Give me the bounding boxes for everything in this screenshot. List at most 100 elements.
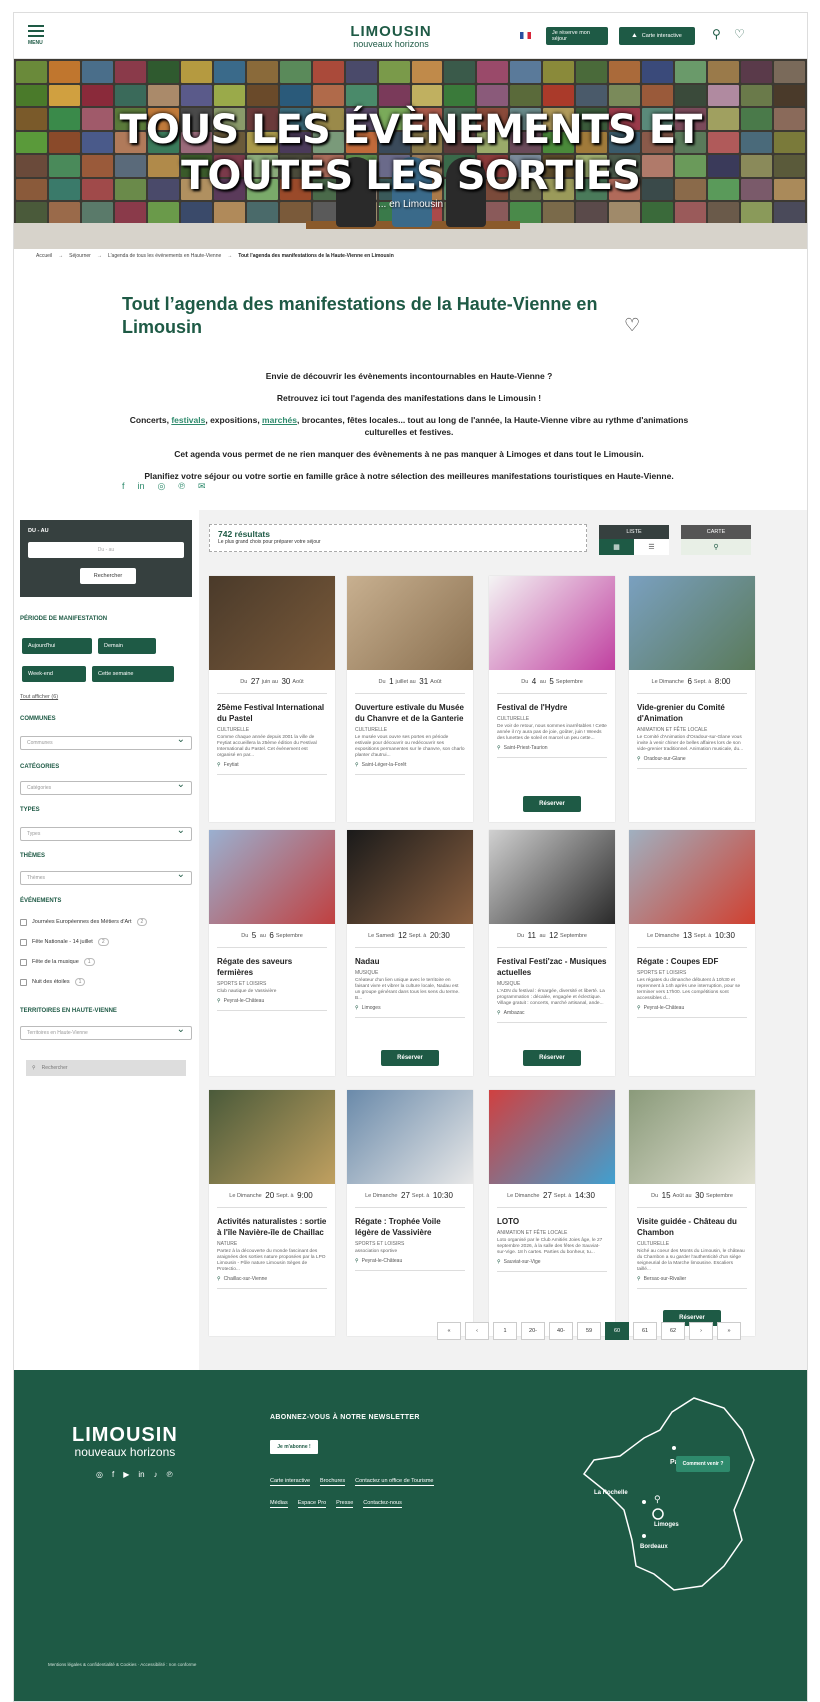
categories-select[interactable]: Catégories: [20, 779, 192, 795]
book-button[interactable]: Réserver: [381, 1050, 439, 1066]
period-tomorrow[interactable]: Demain: [98, 638, 156, 654]
event-photo[interactable]: [489, 830, 615, 924]
footer-logo[interactable]: LIMOUSIN nouveaux horizons: [72, 1424, 178, 1459]
event-photo[interactable]: [489, 1090, 615, 1184]
event-card[interactable]: Du 15 Août au 30 Septembre Visite guidée - …: [629, 1090, 755, 1336]
event-checkbox[interactable]: Nuit des étoiles 1: [20, 978, 86, 986]
pinterest-icon[interactable]: ℗: [178, 481, 185, 492]
footer-link[interactable]: Contactez-nous: [363, 1500, 402, 1508]
event-photo[interactable]: [629, 1090, 755, 1184]
facebook-icon[interactable]: f: [122, 481, 125, 492]
event-title[interactable]: Nadau: [355, 956, 465, 967]
event-card[interactable]: Le Dimanche 6 Sept. à 8:00 Vide-grenier du…: [629, 576, 755, 822]
page-prev[interactable]: ‹: [465, 1322, 489, 1340]
email-icon[interactable]: ✉: [198, 481, 206, 492]
facebook-icon[interactable]: f: [112, 1470, 114, 1479]
favorite-heart-icon[interactable]: ♡: [624, 315, 640, 336]
event-title[interactable]: Festival Festi'zac - Musiques actuelles: [497, 956, 607, 978]
date-search-button[interactable]: Rechercher: [80, 568, 136, 584]
event-title[interactable]: Régate : Trophée Voile légère de Vassivi…: [355, 1216, 465, 1238]
event-photo[interactable]: [489, 576, 615, 670]
event-title[interactable]: Festival de l'Hydre: [497, 702, 607, 713]
event-checkbox[interactable]: Fête de la musique 1: [20, 958, 95, 966]
event-card[interactable]: Du 5 au 6 Septembre Régate des saveurs fer…: [209, 830, 335, 1076]
event-card[interactable]: Le Dimanche 27 Sept. à 10:30 Régate : Trop…: [347, 1090, 473, 1336]
footer-link[interactable]: Espace Pro: [297, 1500, 327, 1508]
instagram-icon[interactable]: ◎: [96, 1470, 103, 1479]
show-all-link[interactable]: Tout afficher (6): [20, 694, 58, 700]
page-link[interactable]: 59: [577, 1322, 601, 1340]
event-photo[interactable]: [347, 576, 473, 670]
search-icon[interactable]: ⚲: [712, 27, 721, 41]
date-range-input[interactable]: Du - au: [28, 542, 184, 558]
event-checkbox[interactable]: Journées Européennes des Métiers d'Art 2: [20, 918, 148, 926]
page-first[interactable]: «: [437, 1322, 461, 1340]
youtube-icon[interactable]: ▶: [123, 1470, 129, 1479]
how-to-come-button[interactable]: Comment venir ?: [676, 1456, 730, 1472]
footer-link[interactable]: Presse: [336, 1500, 354, 1508]
page-link[interactable]: 40-: [549, 1322, 573, 1340]
event-title[interactable]: LOTO: [497, 1216, 607, 1227]
list-icon[interactable]: ☰: [634, 539, 669, 555]
reserve-stay-button[interactable]: Je réserve mon séjour: [546, 27, 608, 45]
page-next[interactable]: ›: [689, 1322, 713, 1340]
event-photo[interactable]: [347, 1090, 473, 1184]
footer-link[interactable]: Brochures: [320, 1478, 346, 1486]
themes-select[interactable]: Thèmes: [20, 869, 192, 885]
period-today[interactable]: Aujourd'hui: [22, 638, 92, 654]
footer-link[interactable]: Carte interactive: [270, 1478, 311, 1486]
book-button[interactable]: Réserver: [523, 796, 581, 812]
page-link[interactable]: 1: [493, 1322, 517, 1340]
grid-icon[interactable]: ▦: [599, 539, 634, 555]
event-card[interactable]: Le Dimanche 27 Sept. à 14:30 LOTO ANIMATION…: [489, 1090, 615, 1336]
french-flag-icon[interactable]: [520, 32, 531, 39]
interactive-map-button[interactable]: ⛰ Carte interactive: [619, 27, 695, 45]
pinterest-icon[interactable]: ℗: [167, 1470, 173, 1479]
event-card[interactable]: Le Dimanche 20 Sept. à 9:00 Activités natu…: [209, 1090, 335, 1336]
footer-link[interactable]: Contactez un office de Tourisme: [355, 1478, 434, 1486]
linkedin-icon[interactable]: in: [138, 481, 145, 492]
event-checkbox[interactable]: Fête Nationale - 14 juillet 2: [20, 938, 109, 946]
event-title[interactable]: Activités naturalistes : sortie à l'île …: [217, 1216, 327, 1238]
event-title[interactable]: Ouverture estivale du Musée du Chanvre e…: [355, 702, 465, 724]
event-title[interactable]: Régate des saveurs fermières: [217, 956, 327, 978]
menu-button[interactable]: MENU: [28, 25, 44, 46]
festivals-link[interactable]: festivals: [171, 415, 205, 425]
page-link[interactable]: 20-: [521, 1322, 545, 1340]
communes-select[interactable]: Communes: [20, 734, 192, 750]
limoges-marker-icon[interactable]: [652, 1508, 664, 1520]
linkedin-icon[interactable]: in: [138, 1470, 144, 1479]
event-title[interactable]: Visite guidée - Château du Chambon: [637, 1216, 747, 1238]
page-last[interactable]: »: [717, 1322, 741, 1340]
heart-icon[interactable]: ♡: [734, 27, 745, 41]
territories-select[interactable]: Territoires en Haute-Vienne: [20, 1024, 192, 1040]
event-card[interactable]: Du 4 au 5 Septembre Festival de l'Hydre CUL…: [489, 576, 615, 822]
event-photo[interactable]: [629, 830, 755, 924]
event-card[interactable]: Du 11 au 12 Septembre Festival Festi'zac -…: [489, 830, 615, 1076]
event-photo[interactable]: [347, 830, 473, 924]
book-button[interactable]: Réserver: [523, 1050, 581, 1066]
keyword-search-input[interactable]: ⚲ Rechercher: [26, 1060, 186, 1076]
event-card[interactable]: Du 1 juillet au 31 Août Ouverture estivale …: [347, 576, 473, 822]
event-title[interactable]: 25ème Festival International du Pastel: [217, 702, 327, 724]
markets-link[interactable]: marchés: [262, 415, 297, 425]
whatsapp-icon[interactable]: ◎: [158, 481, 166, 492]
event-photo[interactable]: [209, 1090, 335, 1184]
breadcrumb-link[interactable]: Accueil: [36, 253, 52, 259]
event-card[interactable]: Du 27 juin au 30 Août 25ème Festival Intern…: [209, 576, 335, 822]
event-photo[interactable]: [629, 576, 755, 670]
event-photo[interactable]: [209, 830, 335, 924]
period-weekend[interactable]: Week-end: [22, 666, 86, 682]
legal-links[interactable]: Mentions légales & confidentialité & Coo…: [48, 1662, 196, 1667]
site-logo[interactable]: LIMOUSIN nouveaux horizons: [336, 23, 446, 49]
breadcrumb-link[interactable]: Séjourner: [69, 253, 91, 259]
event-card[interactable]: Le Samedi 12 Sept. à 20:30 Nadau MUSIQUE Cré…: [347, 830, 473, 1076]
page-link[interactable]: 61: [633, 1322, 657, 1340]
event-photo[interactable]: [209, 576, 335, 670]
list-view-tab[interactable]: LISTE ▦ ☰: [599, 525, 669, 555]
page-link[interactable]: 62: [661, 1322, 685, 1340]
breadcrumb-link[interactable]: L'agenda de tous les événements en Haute…: [108, 253, 221, 259]
event-title[interactable]: Vide-grenier du Comité d'Animation: [637, 702, 747, 724]
period-this-week[interactable]: Cette semaine: [92, 666, 174, 682]
footer-link[interactable]: Médias: [270, 1500, 288, 1508]
